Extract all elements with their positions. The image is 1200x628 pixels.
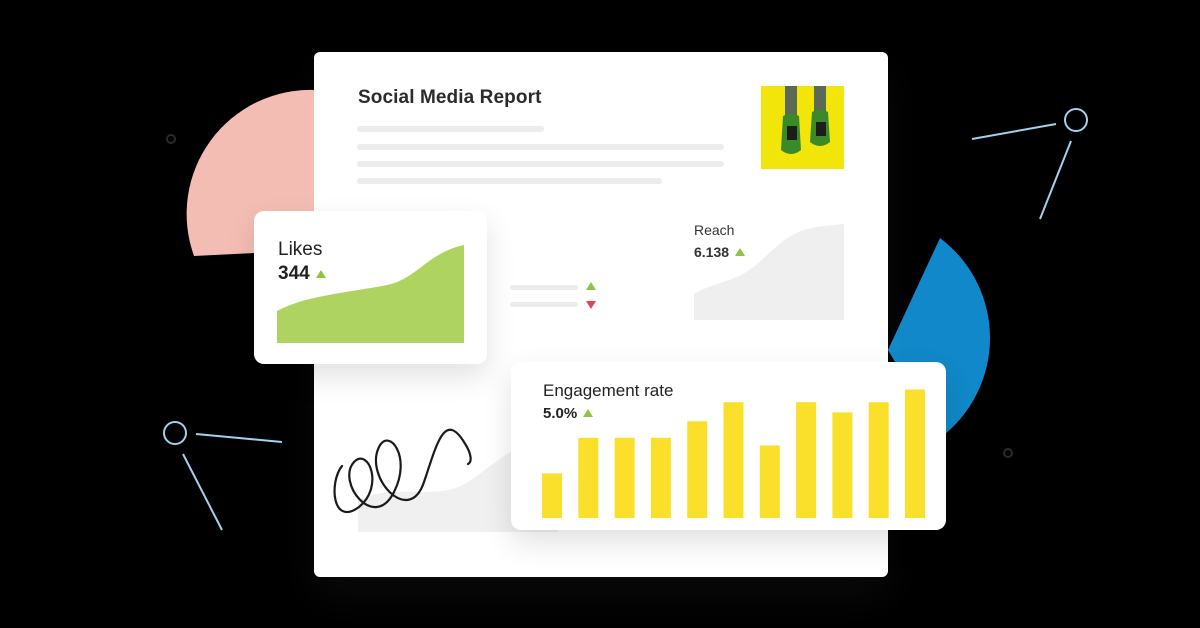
engagement-value: 5.0% <box>543 405 594 422</box>
reach-value: 6.138 <box>694 244 746 260</box>
placeholder-text-line <box>357 161 724 167</box>
engagement-bar <box>614 437 635 518</box>
engagement-bar <box>832 412 853 518</box>
scribble-decoration <box>333 428 472 514</box>
engagement-bar <box>542 473 562 518</box>
engagement-bar <box>759 445 780 518</box>
ring-decoration <box>1064 108 1088 132</box>
report-title: Social Media Report <box>358 87 542 108</box>
engagement-bar <box>578 437 599 518</box>
line-decoration <box>195 433 283 443</box>
engagement-bar <box>723 402 744 518</box>
trend-down-icon <box>586 301 596 309</box>
placeholder-stat-line <box>510 302 578 307</box>
trend-up-icon <box>586 282 596 290</box>
reach-label: Reach <box>694 222 735 238</box>
engagement-label: Engagement rate <box>543 381 674 400</box>
dot-decoration <box>1003 448 1013 458</box>
line-decoration <box>971 123 1057 140</box>
dot-decoration <box>166 134 176 144</box>
placeholder-text-line <box>357 144 724 150</box>
trend-up-icon <box>583 409 594 417</box>
sneakers-photo <box>761 86 844 169</box>
engagement-bar <box>687 421 708 518</box>
sneakers-illustration <box>761 86 844 169</box>
placeholder-text-line <box>357 126 544 132</box>
engagement-bar <box>650 437 671 518</box>
trend-up-icon <box>735 248 746 256</box>
likes-card: Likes 344 <box>254 211 487 364</box>
engagement-bar <box>905 389 925 518</box>
line-decoration <box>1039 140 1072 220</box>
placeholder-text-line <box>357 178 662 184</box>
placeholder-stat-line <box>510 285 578 290</box>
engagement-bar <box>796 402 817 518</box>
engagement-bar <box>868 402 889 518</box>
ring-decoration <box>163 421 187 445</box>
likes-area-chart <box>277 245 464 343</box>
line-decoration <box>182 453 223 531</box>
engagement-card: Engagement rate 5.0% <box>511 362 946 530</box>
